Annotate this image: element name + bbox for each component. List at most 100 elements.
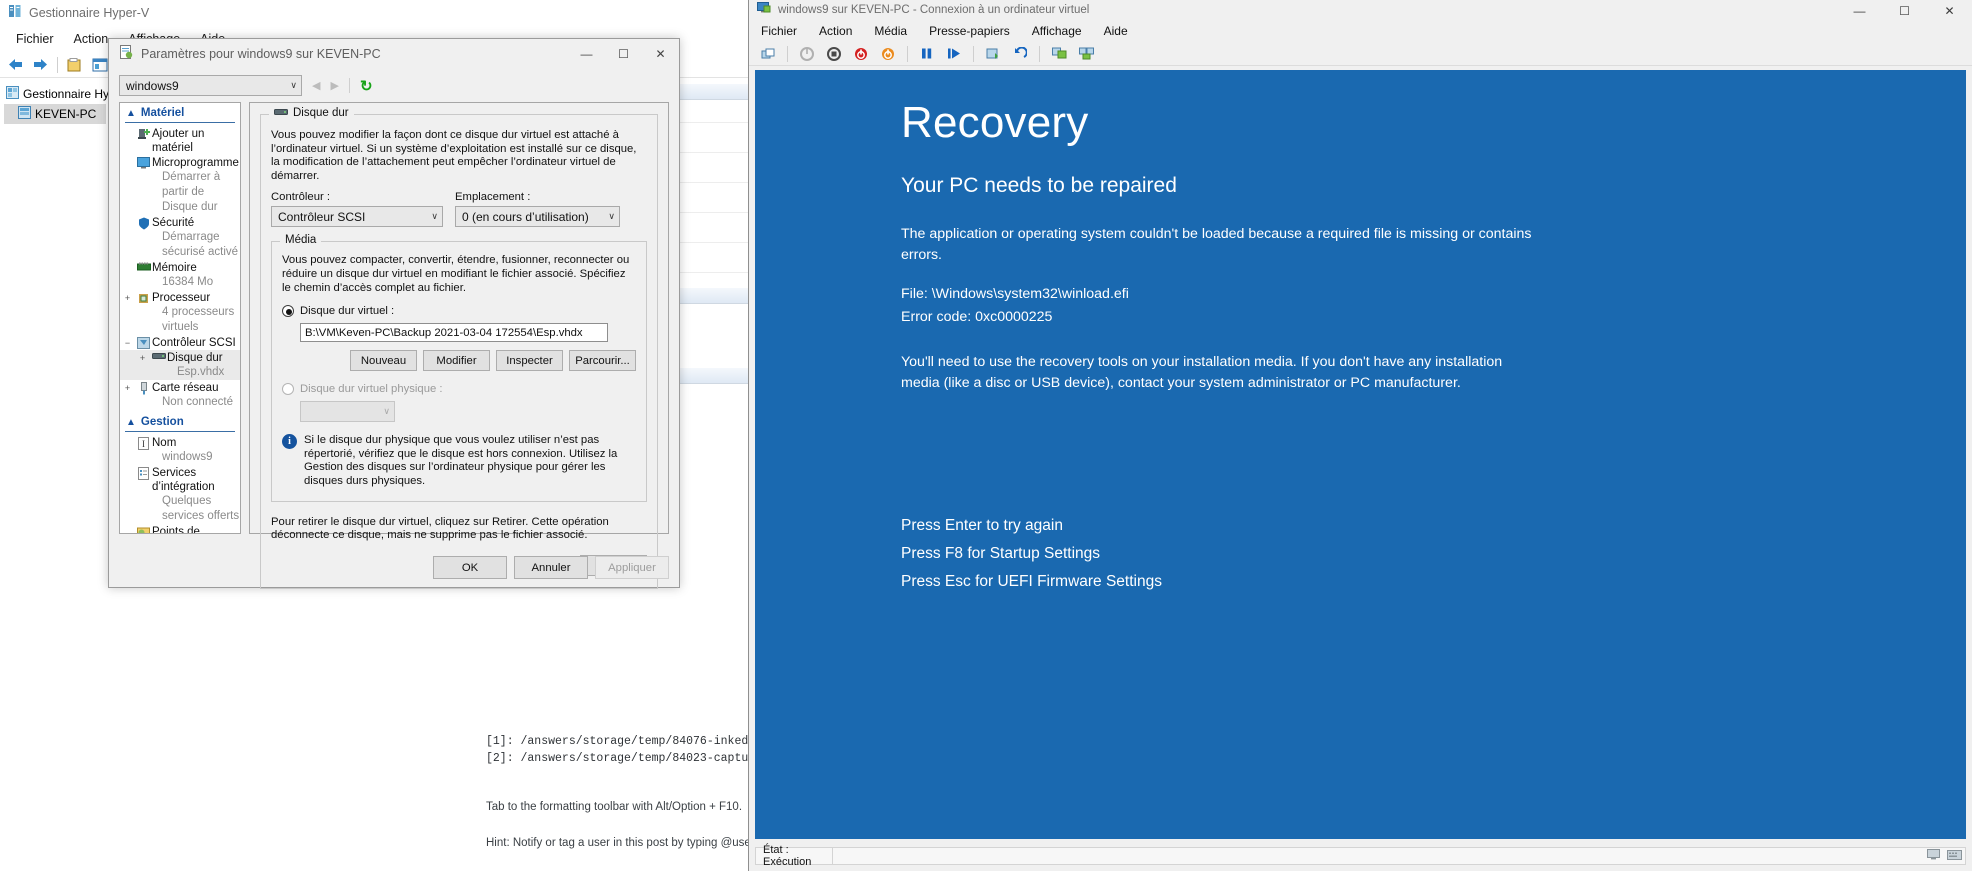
tree-node-label: Contrôleur SCSI — [152, 337, 236, 349]
physical-radio-row[interactable]: Disque dur virtuel physique : — [282, 383, 636, 396]
expander[interactable]: + — [120, 381, 135, 393]
expander[interactable] — [120, 216, 135, 218]
browse-button[interactable]: Parcourir... — [569, 350, 636, 372]
shutdown-icon[interactable] — [796, 44, 818, 64]
reset-icon[interactable] — [877, 44, 899, 64]
vm-menu-fichier[interactable]: Fichier — [761, 21, 819, 41]
checkpoint-icon — [135, 525, 152, 533]
vhd-radio-row[interactable]: Disque dur virtuel : — [282, 305, 636, 318]
inspect-button[interactable]: Inspecter — [496, 350, 563, 372]
vm-menu-aide[interactable]: Aide — [1104, 21, 1140, 41]
new-folder-icon[interactable] — [64, 55, 86, 75]
tree-group-gestion[interactable]: ▲ Gestion — [120, 412, 240, 430]
vm-minimize-button[interactable]: — — [1837, 0, 1882, 22]
ctrl-alt-del-icon[interactable] — [757, 44, 779, 64]
vm-connection-icon — [757, 1, 771, 19]
tree-node-text: Services d’intégration Quelques services… — [152, 466, 240, 524]
tree-node-label: Points de contrôle — [152, 526, 200, 534]
remove-description: Pour retirer le disque dur virtuel, cliq… — [271, 515, 609, 542]
tree-node-integration-services[interactable]: Services d’intégration Quelques services… — [120, 465, 240, 524]
tree-group-materiel[interactable]: ▲ Matériel — [120, 103, 240, 121]
nav-separator — [348, 78, 350, 93]
checkpoint-icon[interactable] — [982, 44, 1004, 64]
tree-node-processor[interactable]: + Processeur 4 processeurs virtuels — [120, 290, 240, 335]
settings-tree-panel[interactable]: ▲ Matériel Ajouter un matériel Microprog… — [119, 102, 241, 534]
new-button[interactable]: Nouveau — [350, 350, 417, 372]
vm-menu-presse-papiers[interactable]: Presse-papiers — [929, 21, 1032, 41]
vm-maximize-button[interactable]: ☐ — [1882, 0, 1927, 22]
controller-location-row: Contrôleur : Contrôleur SCSI ∨ Emplaceme… — [271, 191, 647, 228]
expander[interactable]: + — [135, 351, 150, 363]
hard-drive-group: Disque dur Vous pouvez modifier la façon… — [260, 107, 658, 589]
chevron-up-icon: ▲ — [126, 416, 136, 428]
expander[interactable] — [120, 436, 135, 438]
expander[interactable]: − — [120, 336, 135, 348]
tree-node-firmware[interactable]: Microprogramme Démarrer à partir de Disq… — [120, 155, 240, 215]
dialog-maximize-button[interactable]: ☐ — [605, 39, 642, 69]
media-group: Média Vous pouvez compacter, convertir, … — [271, 234, 647, 502]
dialog-nav: ◀ ▶ ↻ — [312, 77, 373, 95]
tree-node-sub: 4 processeurs virtuels — [162, 306, 235, 333]
expander[interactable] — [120, 525, 135, 527]
location-field: Emplacement : 0 (en cours d’utilisation)… — [455, 191, 620, 228]
expander[interactable] — [120, 466, 135, 468]
tree-node-checkpoints[interactable]: Points de contrôle Standard — [120, 524, 240, 534]
expander[interactable] — [120, 127, 135, 129]
chevron-up-icon: ▲ — [126, 107, 136, 119]
cancel-button[interactable]: Annuler — [514, 556, 588, 579]
nav-back-icon[interactable]: ◀ — [312, 79, 320, 92]
tree-node-network-adapter[interactable]: + Carte réseau Non connecté — [120, 380, 240, 410]
ok-button[interactable]: OK — [433, 556, 507, 579]
tree-node-text: Microprogramme Démarrer à partir de Disq… — [152, 156, 240, 215]
physical-radio[interactable] — [282, 383, 294, 396]
controller-combobox[interactable]: Contrôleur SCSI ∨ — [271, 206, 443, 228]
vhd-path-input[interactable]: B:\VM\Keven-PC\Backup 2021-03-04 172554\… — [300, 323, 608, 343]
tree-node-add-hardware[interactable]: Ajouter un matériel — [120, 126, 240, 155]
vm-close-button[interactable]: ✕ — [1927, 0, 1972, 22]
expander[interactable]: + — [120, 291, 135, 303]
vm-menu-media[interactable]: Média — [874, 21, 929, 41]
start-icon[interactable] — [943, 44, 965, 64]
vm-menu-affichage[interactable]: Affichage — [1032, 21, 1104, 41]
edit-button[interactable]: Modifier — [423, 350, 490, 372]
dialog-minimize-button[interactable]: — — [568, 39, 605, 69]
basic-session-icon[interactable] — [1048, 44, 1070, 64]
tree-node-hard-drive[interactable]: + Disque dur Esp.vhdx — [120, 350, 240, 380]
tree-node-sub: Démarrage sécurisé activé — [162, 231, 239, 258]
vm-status-filler — [833, 847, 1966, 865]
recovery-title: Recovery — [901, 98, 1089, 147]
revert-icon[interactable] — [1009, 44, 1031, 64]
recovery-subtitle: Your PC needs to be repaired — [901, 174, 1177, 197]
tree-node-memory[interactable]: Mémoire 16384 Mo — [120, 260, 240, 290]
refresh-icon[interactable]: ↻ — [360, 77, 373, 95]
turnoff-icon[interactable] — [823, 44, 845, 64]
back-arrow-icon[interactable] — [4, 55, 26, 75]
vm-display-surface[interactable]: Recovery Your PC needs to be repaired Th… — [755, 70, 1966, 839]
menu-fichier[interactable]: Fichier — [6, 29, 64, 49]
vhd-radio-label: Disque dur virtuel : — [300, 305, 395, 318]
dialog-close-button[interactable]: ✕ — [642, 39, 679, 69]
integration-icon — [135, 466, 152, 480]
vm-toolbar — [749, 42, 1972, 66]
tree-item-hyperv-manager[interactable]: Gestionnaire Hyper-V — [4, 84, 138, 104]
location-combobox[interactable]: 0 (en cours d’utilisation) ∨ — [455, 206, 620, 228]
vm-menu-action[interactable]: Action — [819, 21, 874, 41]
name-icon: I — [135, 436, 152, 450]
controller-field: Contrôleur : Contrôleur SCSI ∨ — [271, 191, 443, 228]
tree-node-scsi-controller[interactable]: − Contrôleur SCSI — [120, 335, 240, 350]
expander[interactable] — [120, 156, 135, 158]
enhanced-session-icon[interactable] — [1075, 44, 1097, 64]
expander[interactable] — [120, 261, 135, 263]
poweroff-icon[interactable] — [850, 44, 872, 64]
tree-node-name[interactable]: I Nom windows9 — [120, 435, 240, 465]
toolbar-separator — [1039, 45, 1040, 62]
tree-item-keven-pc[interactable]: KEVEN-PC — [4, 104, 106, 124]
forward-arrow-icon[interactable] — [29, 55, 51, 75]
apply-button[interactable]: Appliquer — [595, 556, 669, 579]
vhd-radio[interactable] — [282, 305, 294, 318]
nav-forward-icon[interactable]: ▶ — [330, 79, 338, 92]
vm-selector-combobox[interactable]: windows9 ∨ — [119, 75, 302, 96]
pause-icon[interactable] — [916, 44, 938, 64]
tree-node-security[interactable]: Sécurité Démarrage sécurisé activé — [120, 215, 240, 260]
vm-selector-value: windows9 — [126, 78, 179, 93]
